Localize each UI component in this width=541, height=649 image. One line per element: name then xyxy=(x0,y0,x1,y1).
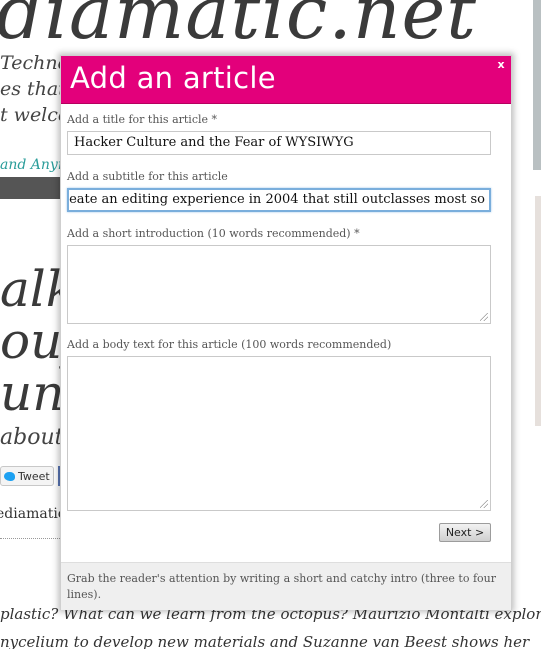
close-icon[interactable]: x xyxy=(495,58,507,72)
add-article-dialog: Add an article x Add a title for this ar… xyxy=(60,55,512,610)
subtitle-field-label: Add a subtitle for this article xyxy=(67,170,228,183)
intro-field-label: Add a short introduction (10 words recom… xyxy=(67,227,360,240)
subtitle-input-value: eate an editing experience in 2004 that … xyxy=(69,192,485,207)
diamatic-link[interactable]: ediamatic xyxy=(0,506,66,522)
tweet-label: Tweet xyxy=(18,469,50,483)
tweet-button[interactable]: Tweet xyxy=(0,466,54,486)
twitter-bird-icon xyxy=(4,471,15,481)
title-field-label: Add a title for this article * xyxy=(67,113,218,126)
paragraph-line: nycelium to develop new materials and Su… xyxy=(0,633,530,649)
next-button[interactable]: Next > xyxy=(439,523,491,542)
title-input[interactable]: Hacker Culture and the Fear of WYSIWYG xyxy=(67,131,491,155)
intro-textarea[interactable] xyxy=(67,245,491,324)
site-title[interactable]: diamatic.net xyxy=(0,0,477,56)
side-image xyxy=(533,0,541,170)
dialog-footer: Grab the reader's attention by writing a… xyxy=(61,562,511,610)
subtitle-input[interactable]: eate an editing experience in 2004 that … xyxy=(67,188,491,212)
side-image xyxy=(535,196,541,426)
resize-grip-icon[interactable] xyxy=(480,313,488,321)
about-text: about xyxy=(0,425,64,450)
dialog-title: Add an article xyxy=(70,61,276,95)
resize-grip-icon[interactable] xyxy=(480,500,488,508)
body-field-label: Add a body text for this article (100 wo… xyxy=(67,338,392,351)
headline-line: un xyxy=(0,364,65,422)
dialog-header: Add an article x xyxy=(61,56,511,104)
body-textarea[interactable] xyxy=(67,356,491,511)
hint-text: Grab the reader's attention by writing a… xyxy=(67,572,496,601)
